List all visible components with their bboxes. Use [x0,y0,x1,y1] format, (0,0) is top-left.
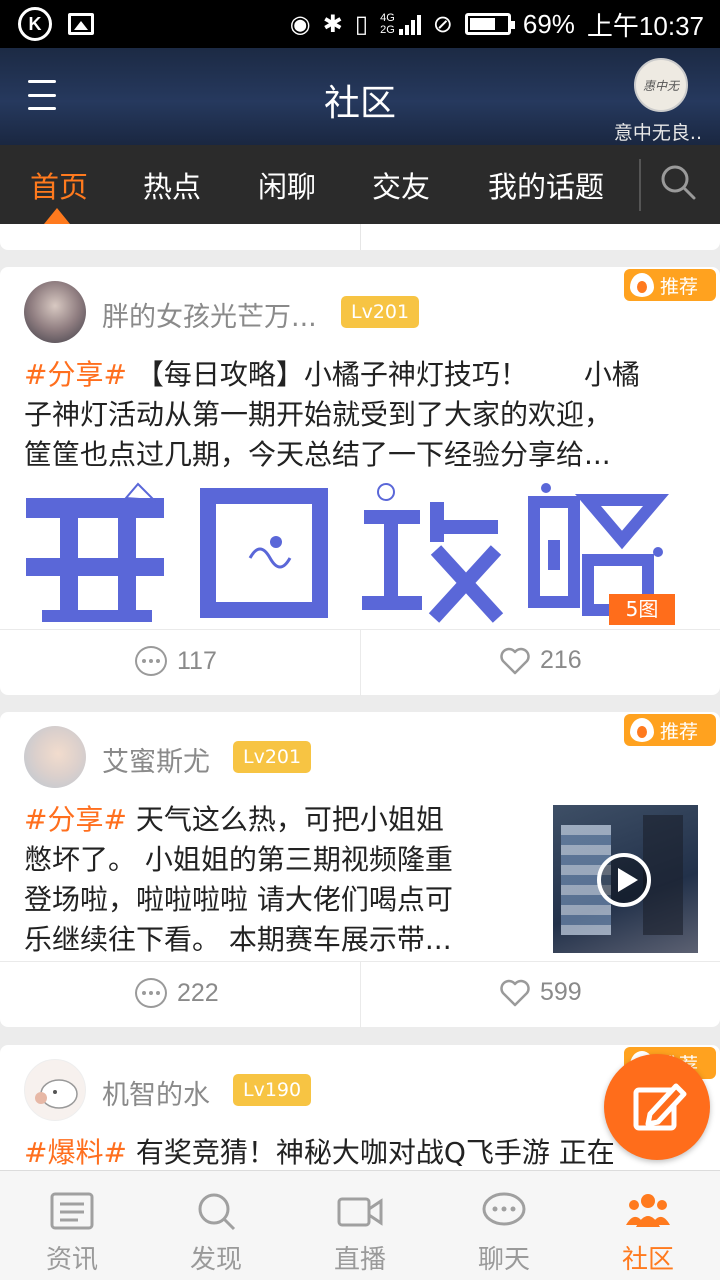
compose-button[interactable] [604,1054,710,1160]
bluetooth-icon: ✱ [322,10,343,38]
level-badge: Lv201 [233,741,312,773]
nav-discover[interactable]: 发现 [144,1171,288,1280]
level-badge: Lv190 [233,1074,312,1106]
like-button[interactable]: 599 [500,978,582,1007]
avatar[interactable] [24,1059,86,1121]
tab-hot[interactable]: 热点 [143,145,201,224]
hotspot-icon: ◉ [289,10,311,38]
status-bar: K ◉ ✱ ▯ 4G 2G ⊘ 69% 上午10:37 [0,0,720,48]
bottom-navigation: 资讯 发现 直播 聊天 社区 [0,1170,720,1280]
post-actions: 222 599 [0,961,720,1028]
avatar[interactable] [24,726,86,788]
battery-percent: 69% [522,8,575,39]
search-icon[interactable] [660,164,696,200]
category-tabs: 首页 热点 闲聊 交友 我的话题 [0,145,720,224]
tab-friends[interactable]: 交友 [372,145,430,224]
comment-button[interactable]: 117 [135,646,217,676]
flame-icon [630,718,654,742]
post-text[interactable]: #爆料# 有奖竞猜！神秘大咖对战Q飞手游 正在 [24,1133,704,1173]
nav-live[interactable]: 直播 [288,1171,432,1280]
post-username[interactable]: 胖的女孩光芒万... [102,295,317,334]
tabs-divider [639,159,641,211]
nav-news[interactable]: 资讯 [0,1171,144,1280]
user-avatar[interactable]: 惠中无 [634,58,688,112]
post-text[interactable]: #分享# 天气这么热，可把小姐姐 憋坏了。 小姐姐的第三期视频隆重 登场啦，啦啦… [24,800,534,960]
image-notification-icon [68,13,94,35]
flame-icon [630,273,654,297]
photo-count-badge: 5图 [609,594,675,625]
heart-icon [500,647,530,674]
topic-tag[interactable]: #爆料# [24,1136,127,1169]
k-app-icon: K [18,7,52,41]
level-badge: Lv201 [341,296,420,328]
post-image[interactable] [190,480,336,626]
post-username[interactable]: 机智的水 [102,1073,210,1112]
edit-icon [633,1083,687,1131]
signal-4g: 4G 2G [380,12,421,36]
recommend-badge: 推荐 [624,269,716,301]
battery-icon [464,13,515,35]
post-image[interactable] [22,480,168,626]
previous-post-footer [0,224,720,250]
vibrate-icon: ▯ [354,10,369,38]
topic-tag[interactable]: #分享# [24,803,127,836]
post-text[interactable]: #分享# 【每日攻略】小橘子神灯技巧！ 小橘 子神灯活动从第一期开始就受到了大家… [24,355,704,475]
video-thumbnail[interactable] [553,805,698,953]
active-tab-indicator [44,208,70,224]
people-icon [626,1194,670,1227]
comment-button[interactable]: 222 [135,978,219,1008]
page-title: 社区 [323,83,396,124]
avatar[interactable] [24,281,86,343]
app-header: 社区 惠中无 意中无良.. [0,48,720,145]
post-username[interactable]: 艾蜜斯尤 [102,740,210,779]
clock: 上午10:37 [586,10,704,41]
recommend-badge: 推荐 [624,714,716,746]
comment-icon [135,646,167,676]
nav-community[interactable]: 社区 [576,1171,720,1280]
tab-chat[interactable]: 闲聊 [258,145,316,224]
like-button[interactable]: 216 [500,646,582,675]
search-icon [198,1193,236,1231]
topic-tag[interactable]: #分享# [24,358,127,391]
nav-chat[interactable]: 聊天 [432,1171,576,1280]
no-signal-icon: ⊘ [432,10,453,38]
post-image[interactable] [358,480,504,626]
chat-bubble-icon [482,1192,526,1226]
tab-my-topics[interactable]: 我的话题 [488,145,604,224]
play-icon[interactable] [597,853,651,907]
header-username[interactable]: 意中无良.. [614,118,702,145]
post-actions: 117 216 [0,629,720,696]
heart-icon [500,979,530,1006]
comment-icon [135,978,167,1008]
video-camera-icon [337,1197,383,1227]
news-icon [50,1192,94,1230]
